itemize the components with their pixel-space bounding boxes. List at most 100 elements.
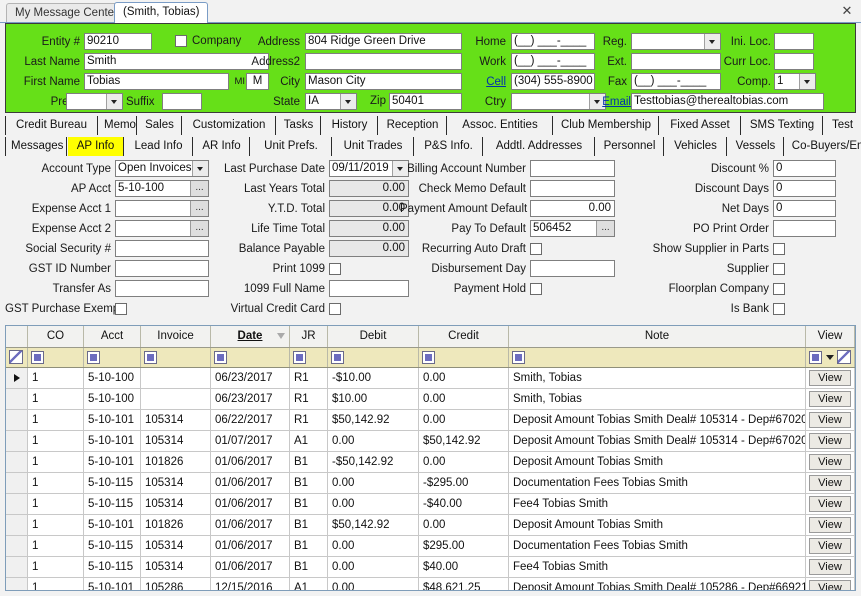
expense-acct-2-field[interactable]: ... bbox=[115, 220, 209, 237]
transfer-as-field[interactable] bbox=[115, 280, 209, 297]
view-button[interactable]: View bbox=[809, 580, 851, 590]
grid-header-view[interactable]: View bbox=[806, 326, 855, 347]
state-combo[interactable]: IA bbox=[305, 93, 357, 110]
view-button[interactable]: View bbox=[809, 370, 851, 386]
address-field[interactable]: 804 Ridge Green Drive bbox=[305, 33, 462, 50]
tab-personnel[interactable]: Personnel bbox=[596, 137, 664, 156]
filter-cell-view[interactable] bbox=[806, 348, 855, 367]
view-button[interactable]: View bbox=[809, 559, 851, 575]
net-days-field[interactable]: 0 bbox=[773, 200, 836, 217]
account-type-combo[interactable]: Open Invoices bbox=[115, 160, 209, 177]
tab-tasks[interactable]: Tasks bbox=[277, 116, 321, 135]
home-phone-field[interactable]: (__) ___-____ bbox=[511, 33, 595, 50]
first-name-field[interactable]: Tobias bbox=[84, 73, 229, 90]
tab-memo[interactable]: Memo bbox=[99, 116, 137, 135]
discount-field[interactable]: 0 bbox=[773, 160, 836, 177]
tab-unit-prefs[interactable]: Unit Prefs. bbox=[251, 137, 332, 156]
view-button[interactable]: View bbox=[809, 517, 851, 533]
tab-history[interactable]: History bbox=[322, 116, 378, 135]
grid-header-jr[interactable]: JR bbox=[290, 326, 328, 347]
tab-messages[interactable]: Messages bbox=[5, 137, 67, 156]
filter-builder-icon[interactable] bbox=[512, 351, 525, 364]
gst-id-number-field[interactable] bbox=[115, 260, 209, 277]
cell-view[interactable]: View bbox=[806, 557, 855, 577]
label-cell-link[interactable]: Cell bbox=[461, 76, 506, 88]
view-button[interactable]: View bbox=[809, 454, 851, 470]
label-email-link[interactable]: Email bbox=[597, 96, 631, 108]
tab-vessels[interactable]: Vessels bbox=[728, 137, 784, 156]
email-field[interactable]: Testtobias@therealtobias.com bbox=[631, 93, 824, 110]
prefix-combo[interactable] bbox=[66, 93, 123, 110]
filter-builder-icon[interactable] bbox=[31, 351, 44, 364]
chevron-down-icon[interactable] bbox=[704, 34, 720, 49]
cell-view[interactable]: View bbox=[806, 452, 855, 472]
reg-combo[interactable] bbox=[631, 33, 721, 50]
view-button[interactable]: View bbox=[809, 496, 851, 512]
chevron-down-icon[interactable] bbox=[340, 94, 356, 109]
table-row[interactable]: 1 5-10-101 105314 01/07/2017 A1 0.00 $50,142.9… bbox=[6, 431, 855, 452]
filter-builder-icon[interactable] bbox=[214, 351, 227, 364]
table-row[interactable]: 1 5-10-100 06/23/2017 R1 -$10.00 0.00 Smith, T… bbox=[6, 368, 855, 389]
tab-co-buyers-employees[interactable]: Co-Buyers/Employees bbox=[785, 137, 861, 156]
filter-cell-credit[interactable] bbox=[419, 348, 509, 367]
print-1099-checkbox[interactable] bbox=[329, 263, 341, 275]
is-bank-checkbox[interactable] bbox=[773, 303, 785, 315]
filter-cell-co[interactable] bbox=[28, 348, 84, 367]
chevron-down-icon[interactable] bbox=[799, 74, 815, 89]
expense-acct-1-field[interactable]: ... bbox=[115, 200, 209, 217]
table-row[interactable]: 1 5-10-101 105314 06/22/2017 R1 $50,142.92 0.0… bbox=[6, 410, 855, 431]
tab-p-s-info[interactable]: P&S Info. bbox=[415, 137, 483, 156]
grid-filter-row[interactable] bbox=[6, 348, 855, 368]
grid-header-credit[interactable]: Credit bbox=[419, 326, 509, 347]
table-row[interactable]: 1 5-10-115 105314 01/06/2017 B1 0.00 -$40.00 Fe… bbox=[6, 494, 855, 515]
recurring-auto-draft-checkbox[interactable] bbox=[530, 243, 542, 255]
payment-amount-default-field[interactable]: 0.00 bbox=[530, 200, 615, 217]
tab-sms-texting[interactable]: SMS Texting bbox=[742, 116, 823, 135]
address2-field[interactable] bbox=[305, 53, 462, 70]
table-row[interactable]: 1 5-10-115 105314 01/06/2017 B1 0.00 -$295.00 D… bbox=[6, 473, 855, 494]
cell-view[interactable]: View bbox=[806, 389, 855, 409]
tab-vehicles[interactable]: Vehicles bbox=[665, 137, 727, 156]
last-purchase-date-combo[interactable]: 09/11/2019 bbox=[329, 160, 409, 177]
tab-fixed-asset[interactable]: Fixed Asset bbox=[660, 116, 741, 135]
cell-view[interactable]: View bbox=[806, 410, 855, 430]
payment-hold-checkbox[interactable] bbox=[530, 283, 542, 295]
cell-view[interactable]: View bbox=[806, 494, 855, 514]
filter-builder-icon[interactable] bbox=[144, 351, 157, 364]
grid-header-debit[interactable]: Debit bbox=[328, 326, 419, 347]
filter-cell-invoice[interactable] bbox=[141, 348, 211, 367]
cell-view[interactable]: View bbox=[806, 515, 855, 535]
virtual-credit-card-checkbox[interactable] bbox=[329, 303, 341, 315]
check-memo-default-field[interactable] bbox=[530, 180, 615, 197]
clear-filter-icon[interactable] bbox=[9, 350, 23, 364]
grid-header-invoice[interactable]: Invoice bbox=[141, 326, 211, 347]
company-checkbox[interactable] bbox=[175, 35, 187, 47]
view-button[interactable]: View bbox=[809, 412, 851, 428]
cell-view[interactable]: View bbox=[806, 536, 855, 556]
filter-cell-jr[interactable] bbox=[290, 348, 328, 367]
table-row[interactable]: 1 5-10-115 105314 01/06/2017 B1 0.00 $40.00 Fee… bbox=[6, 557, 855, 578]
window-tab-smith-tobias[interactable]: (Smith, Tobias) bbox=[114, 2, 209, 23]
window-tab-my-message-center[interactable]: My Message Center bbox=[6, 3, 127, 22]
grid-header-acct[interactable]: Acct bbox=[84, 326, 141, 347]
filter-cell-ind[interactable] bbox=[6, 348, 28, 367]
ext-field[interactable] bbox=[631, 53, 721, 70]
ap-acct-field[interactable]: 5-10-100... bbox=[115, 180, 209, 197]
filter-builder-icon[interactable] bbox=[809, 351, 822, 364]
filter-builder-icon[interactable] bbox=[422, 351, 435, 364]
1099-full-name-field[interactable] bbox=[329, 280, 409, 297]
country-combo[interactable] bbox=[511, 93, 606, 110]
view-button[interactable]: View bbox=[809, 433, 851, 449]
view-button[interactable]: View bbox=[809, 475, 851, 491]
zip-field[interactable]: 50401 bbox=[389, 93, 462, 110]
grid-header-note[interactable]: Note bbox=[509, 326, 806, 347]
suffix-field[interactable] bbox=[162, 93, 202, 110]
chevron-down-icon[interactable] bbox=[826, 355, 834, 360]
tab-addtl-addresses[interactable]: Addtl. Addresses bbox=[484, 137, 595, 156]
disbursement-day-field[interactable] bbox=[530, 260, 615, 277]
view-button[interactable]: View bbox=[809, 538, 851, 554]
po-print-order-field[interactable] bbox=[773, 220, 836, 237]
comp-combo[interactable]: 1 bbox=[774, 73, 816, 90]
tab-lead-info[interactable]: Lead Info bbox=[125, 137, 193, 156]
table-row[interactable]: 1 5-10-101 101826 01/06/2017 B1 $50,142.92 0.0… bbox=[6, 515, 855, 536]
